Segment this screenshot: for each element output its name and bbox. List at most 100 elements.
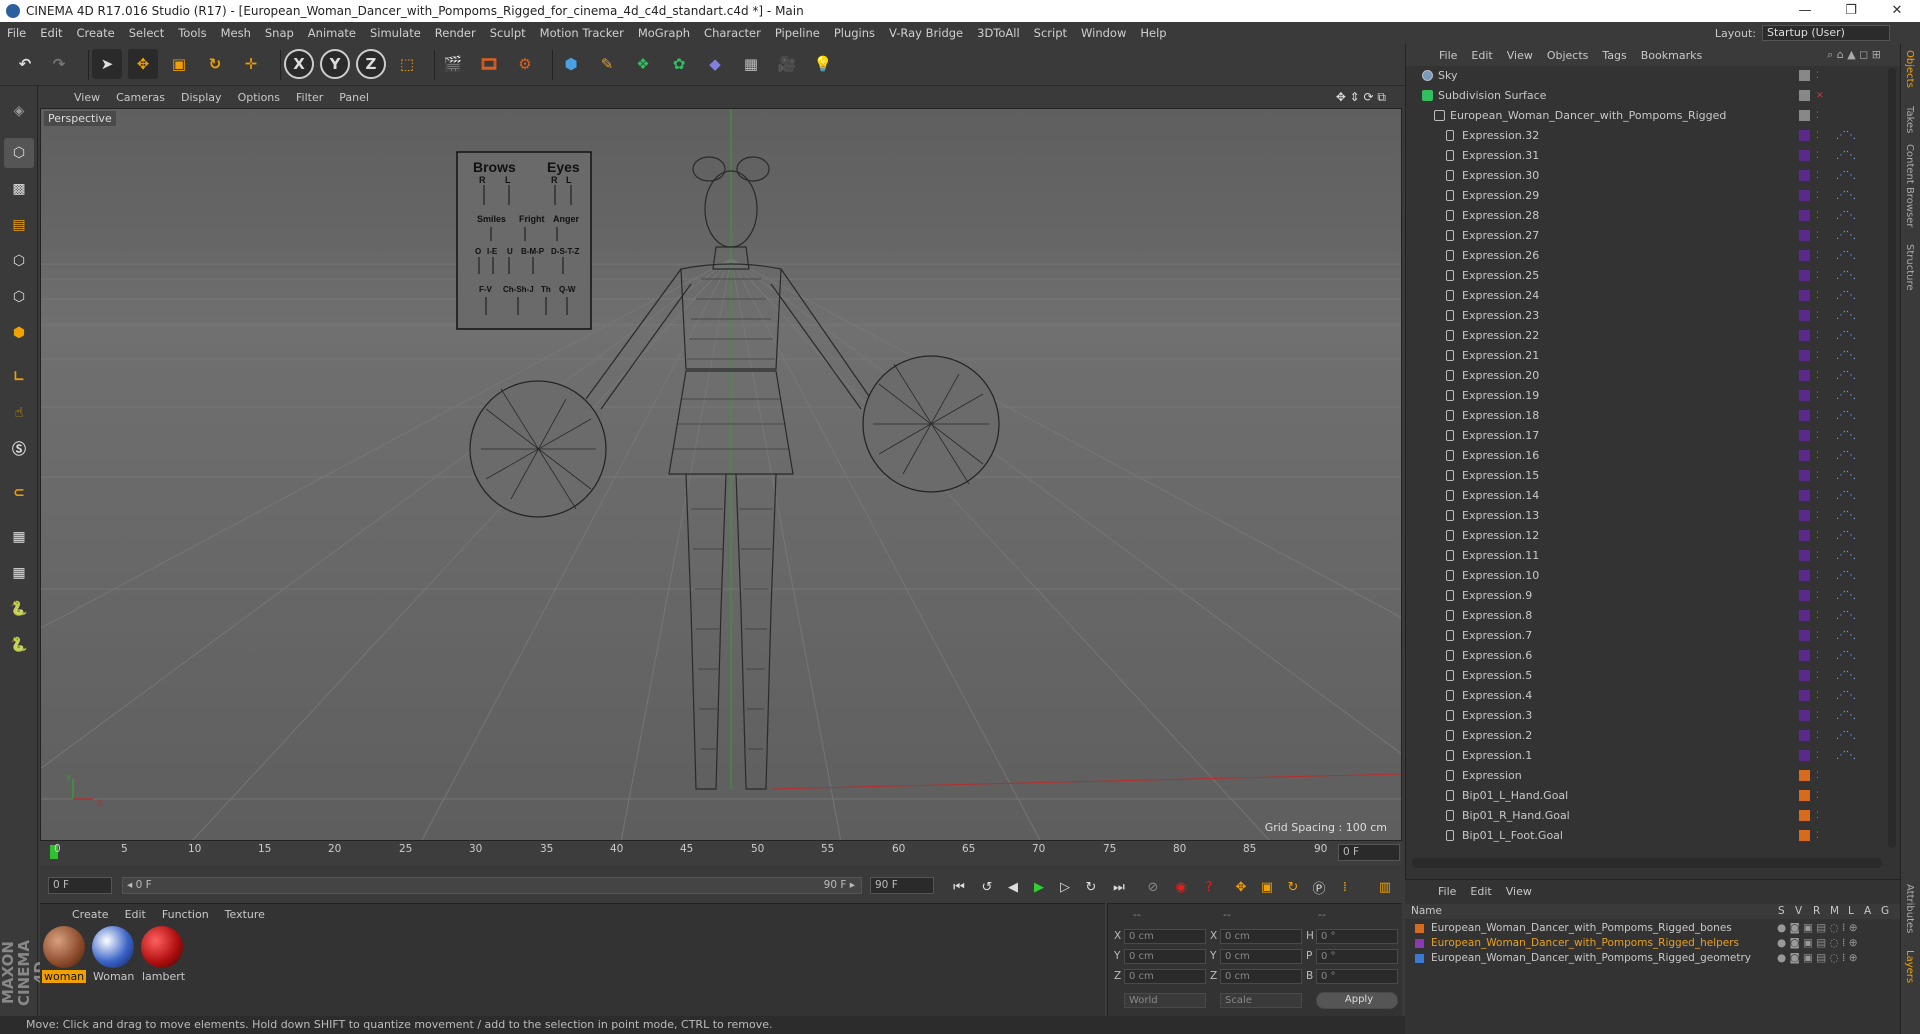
start-frame-field[interactable]: 0 F (48, 877, 112, 894)
material-swatch[interactable]: lambert (140, 926, 185, 983)
visibility-toggle-icon[interactable]: ⁚ (1816, 506, 1819, 526)
viewport-menu-filter[interactable]: Filter (288, 91, 331, 104)
camera-icon[interactable]: 🎥 (772, 49, 802, 79)
visibility-toggle-icon[interactable]: ⁚ (1816, 726, 1819, 746)
xpresso-tag-icon[interactable]: ⋰⋱ (1836, 406, 1856, 426)
go-to-start-icon[interactable]: ⏮ (948, 876, 970, 898)
object-tree-row[interactable]: Expression.23 ⁚ ⋰⋱ (1406, 306, 1886, 326)
cloner-icon[interactable]: ✿ (664, 49, 694, 79)
object-tree-row[interactable]: Expression.7 ⁚ ⋰⋱ (1406, 626, 1886, 646)
object-tree-row[interactable]: Expression.2 ⁚ ⋰⋱ (1406, 726, 1886, 746)
xpresso-tag-icon[interactable]: ⋰⋱ (1836, 686, 1856, 706)
visibility-toggle-icon[interactable]: ⁚ (1816, 466, 1819, 486)
visibility-toggle-icon[interactable]: ⁚ (1816, 446, 1819, 466)
viewport-menu-panel[interactable]: Panel (331, 91, 377, 104)
visibility-toggle-icon[interactable]: ⁚ (1816, 186, 1819, 206)
material-swatch[interactable]: woman (42, 926, 86, 983)
xpresso-tag-icon[interactable]: ⋰⋱ (1836, 626, 1856, 646)
xpresso-tag-icon[interactable]: ⋰⋱ (1836, 306, 1856, 326)
object-tree-row[interactable]: Expression.18 ⁚ ⋰⋱ (1406, 406, 1886, 426)
layer-helpers-swatch[interactable] (1799, 170, 1810, 181)
object-menu-bookmarks[interactable]: Bookmarks (1634, 49, 1709, 62)
layer-helpers-swatch[interactable] (1799, 630, 1810, 641)
position-z-field[interactable]: 0 cm (1124, 969, 1206, 984)
visibility-toggle-icon[interactable]: ⁚ (1816, 566, 1819, 586)
xpresso-tag-icon[interactable]: ⋰⋱ (1836, 646, 1856, 666)
viewport-navigation-icons[interactable]: ✥ ⇕ ⟳ ⧉ (1328, 90, 1394, 105)
layer-helpers-swatch[interactable] (1799, 730, 1810, 741)
visibility-toggle-icon[interactable]: ⁚ (1816, 646, 1819, 666)
visibility-toggle-icon[interactable]: ⁚ (1816, 306, 1819, 326)
xpresso-tag-icon[interactable]: ⋰⋱ (1836, 226, 1856, 246)
xpresso-tag-icon[interactable]: ⋰⋱ (1836, 126, 1856, 146)
object-tree-row[interactable]: Expression.16 ⁚ ⋰⋱ (1406, 446, 1886, 466)
layer-helpers-swatch[interactable] (1799, 270, 1810, 281)
object-tree-row[interactable]: European_Woman_Dancer_with_Pompoms_Rigge… (1406, 106, 1886, 126)
key-parameter-icon[interactable]: Ⓟ (1308, 876, 1330, 898)
autokey-icon[interactable]: ◉ (1170, 876, 1192, 898)
xpresso-tag-icon[interactable]: ⋰⋱ (1836, 386, 1856, 406)
render-settings-icon[interactable]: ⚙ (510, 49, 540, 79)
object-tree-row[interactable]: Expression.17 ⁚ ⋰⋱ (1406, 426, 1886, 446)
menu-vray-bridge[interactable]: V-Ray Bridge (882, 26, 970, 40)
xpresso-tag-icon[interactable]: ⋰⋱ (1836, 166, 1856, 186)
layer-helpers-swatch[interactable] (1799, 750, 1810, 761)
visibility-toggle-icon[interactable]: ⁚ (1816, 126, 1819, 146)
previous-frame-icon[interactable]: ◀ (1002, 876, 1024, 898)
layer-row[interactable]: European_Woman_Dancer_with_Pompoms_Rigge… (1405, 951, 1900, 966)
tab-attributes[interactable]: Attributes (1904, 884, 1915, 933)
layer-helpers-swatch[interactable] (1799, 490, 1810, 501)
menu-select[interactable]: Select (122, 26, 171, 40)
camera-label[interactable]: Perspective (44, 111, 116, 126)
close-button[interactable]: ✕ (1874, 0, 1920, 22)
object-menu-edit[interactable]: Edit (1464, 49, 1499, 62)
floor-icon[interactable]: ▦ (736, 49, 766, 79)
object-tree-row[interactable]: Expression.20 ⁚ ⋰⋱ (1406, 366, 1886, 386)
visibility-toggle-icon[interactable]: ⁚ (1816, 246, 1819, 266)
layer-flag-icons[interactable]: ● ◙ ▣ ▤ ◌ ⁞ ⊕ (1777, 936, 1858, 951)
menu-snap[interactable]: Snap (258, 26, 301, 40)
layer-helpers-swatch[interactable] (1799, 530, 1810, 541)
y-axis-toggle[interactable]: Y (320, 49, 350, 79)
play-icon[interactable]: ▶ (1028, 876, 1050, 898)
visibility-toggle-icon[interactable]: ⁚ (1816, 386, 1819, 406)
size-z-field[interactable]: 0 cm (1220, 969, 1302, 984)
layer-helpers-swatch[interactable] (1799, 670, 1810, 681)
visibility-toggle-icon[interactable]: ⁚ (1816, 326, 1819, 346)
object-tree-row[interactable]: Expression.32 ⁚ ⋰⋱ (1406, 126, 1886, 146)
layer-bones-swatch[interactable] (1799, 790, 1810, 801)
menu-pipeline[interactable]: Pipeline (768, 26, 827, 40)
key-pla-icon[interactable]: ⁞ (1334, 876, 1356, 898)
visibility-toggle-icon[interactable]: ⁚ (1816, 606, 1819, 626)
object-horizontal-scrollbar[interactable] (1412, 858, 1882, 868)
xpresso-tag-icon[interactable]: ⋰⋱ (1836, 286, 1856, 306)
visibility-toggle-icon[interactable]: ⁚ (1816, 166, 1819, 186)
viewport-menu-options[interactable]: Options (230, 91, 288, 104)
layer-tag-icon[interactable] (1799, 70, 1810, 81)
visibility-toggle-icon[interactable]: ⁚ (1816, 266, 1819, 286)
light-icon[interactable]: 💡 (808, 49, 838, 79)
x-axis-toggle[interactable]: X (284, 49, 314, 79)
undo-button[interactable]: ↶ (10, 49, 40, 79)
object-tree-row[interactable]: Expression.8 ⁚ ⋰⋱ (1406, 606, 1886, 626)
tab-objects[interactable]: Objects (1904, 50, 1915, 88)
menu-mograph[interactable]: MoGraph (631, 26, 697, 40)
workplane-mode-icon[interactable]: ▤ (4, 210, 34, 240)
xpresso-tag-icon[interactable]: ⋰⋱ (1836, 606, 1856, 626)
scale-dropdown[interactable]: Scale (1220, 993, 1302, 1008)
xpresso-tag-icon[interactable]: ⋰⋱ (1836, 326, 1856, 346)
polygons-mode-icon[interactable]: ⬢ (4, 318, 34, 348)
layer-bones-swatch[interactable] (1799, 810, 1810, 821)
xpresso-tag-icon[interactable]: ⋰⋱ (1836, 446, 1856, 466)
object-tree-row[interactable]: Expression.9 ⁚ ⋰⋱ (1406, 586, 1886, 606)
xpresso-tag-icon[interactable]: ⋰⋱ (1836, 706, 1856, 726)
material-menu-edit[interactable]: Edit (117, 908, 154, 921)
object-tree-row[interactable]: Expression.24 ⁚ ⋰⋱ (1406, 286, 1886, 306)
redo-button[interactable]: ↷ (44, 49, 74, 79)
rotation-b-field[interactable]: 0 ° (1316, 969, 1398, 984)
material-menu-function[interactable]: Function (154, 908, 217, 921)
layer-tag-icon[interactable] (1799, 110, 1810, 121)
xpresso-tag-icon[interactable]: ⋰⋱ (1836, 426, 1856, 446)
object-tree-row[interactable]: Bip01_L_Foot.Goal ⁚ (1406, 826, 1886, 846)
object-tree-row[interactable]: Expression.22 ⁚ ⋰⋱ (1406, 326, 1886, 346)
